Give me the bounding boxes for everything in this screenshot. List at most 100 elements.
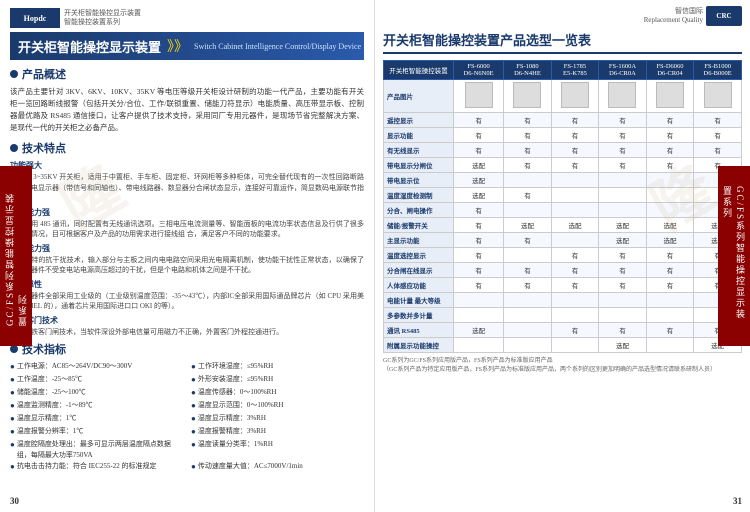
table-row-1: 遥控显示 有 有 有 有 有 有	[384, 113, 742, 128]
cell-1-4: 有	[599, 113, 647, 128]
th-model-2: FS-1080D6-N4HE	[504, 61, 552, 80]
section-dot-1	[10, 70, 18, 78]
th-model-5: FS-D6060D6-CR04	[646, 61, 694, 80]
table-row-6: 温度湿度检测制 选配 有	[384, 188, 742, 203]
right-page: 隆 智信国际 Replacement Quality CRC 开关柜智能操控装置…	[375, 0, 750, 512]
th-model-1: FS-6000D6-N6N0E	[454, 61, 504, 80]
product-table: 开关柜智能操控装置 FS-6000D6-N6N0E FS-1080D6-N4HE…	[383, 60, 742, 353]
left-page: 隆 Hopdc 开关柜智能操控显示装置 智能操控装置系列 开关柜智能操控显示装置…	[0, 0, 375, 512]
cell-1-1: 有	[454, 113, 504, 128]
table-row-4: 带电显示分闸位 选配 有 有 有 有 有	[384, 158, 742, 173]
row-label-14: 多参数并多计量	[384, 308, 454, 323]
section-dot-2	[10, 144, 18, 152]
product-overview-header: 产品概述	[10, 66, 364, 82]
tech-specs-header: 技术指标	[10, 341, 364, 357]
row-label-13: 电能计量 最大等级	[384, 293, 454, 308]
row-label-7: 分合、闸电操作	[384, 203, 454, 218]
cell-15-1: 选配	[454, 323, 504, 338]
feature-title-4: 高可靠性	[10, 279, 364, 290]
section-title-overview: 产品概述	[22, 66, 66, 82]
row-label-4: 带电显示分闸位	[384, 158, 454, 173]
cell-10-5: 有	[646, 248, 694, 263]
row-label-9: 主显示功能	[384, 233, 454, 248]
feature-item-2: 通信能力强 通讯采用 485 通讯，同时配置有无线通讯选项。三相电压电流测量等、…	[10, 207, 364, 240]
cell-1-6: 有	[694, 113, 742, 128]
cell-img-4	[599, 80, 647, 113]
cell-3-4: 有	[599, 143, 647, 158]
specs-grid: ●工作电源：AC85～264V/DC90～300V ●工作环境湿度：≤95%RH…	[10, 361, 364, 473]
footer-note-2: （GC系列产品为特定应用版产品，FS系列产品为标准版应用产品，两个系列的区别更加…	[383, 366, 742, 375]
cell-13-5	[646, 293, 694, 308]
cell-11-2: 有	[504, 263, 552, 278]
cell-14-1	[454, 308, 504, 323]
tech-features-header: 技术特点	[10, 140, 364, 156]
right-brand-text: 智信国际 Replacement Quality	[644, 7, 703, 25]
cell-7-3	[551, 203, 599, 218]
title-arrow: 》》	[167, 36, 188, 56]
spec-7: ●温度监测精度：-1～89℃	[10, 400, 183, 412]
cell-2-1: 有	[454, 128, 504, 143]
cell-16-1	[454, 338, 504, 353]
cell-7-2	[504, 203, 552, 218]
table-row-5: 带电显示位 选配	[384, 173, 742, 188]
feature-item-5: 便捷客门技术 采用磁铁客门闸技术，当软件深设外部电信量可用磁力不正确，外置客门外…	[10, 315, 364, 338]
side-label-left: GC/FS系列智能操控显示装置系列	[0, 166, 32, 346]
spec-11: ●温度报警分辨率：1℃	[10, 426, 183, 438]
cell-4-1: 选配	[454, 158, 504, 173]
cell-img-6	[694, 80, 742, 113]
cell-11-1: 有	[454, 263, 504, 278]
cell-10-3: 有	[551, 248, 599, 263]
th-model-6: FS-B1000D6-B000E	[694, 61, 742, 80]
table-row-12: 人体感应功能 有 有 有 有 有 有	[384, 278, 742, 293]
cell-6-4	[599, 188, 647, 203]
cell-3-6: 有	[694, 143, 742, 158]
cell-15-4: 有	[599, 323, 647, 338]
feature-text-1: 适用于 3~35KV 开关柜，适用于中置柜、手车柜、固定柜、环网柜等多种柜体，可…	[10, 172, 364, 204]
cell-13-4	[599, 293, 647, 308]
spec-6: ●温度传感器：0～100%RH	[191, 387, 364, 399]
cell-12-2: 有	[504, 278, 552, 293]
cell-14-3	[551, 308, 599, 323]
cell-9-4: 选配	[599, 233, 647, 248]
right-logo-area: 智信国际 Replacement Quality CRC	[644, 6, 742, 26]
feature-text-5: 采用磁铁客门闸技术，当软件深设外部电信量可用磁力不正确，外置客门外程控通进行。	[10, 327, 364, 338]
table-row-14: 多参数并多计量	[384, 308, 742, 323]
logo-box: Hopdc	[10, 8, 60, 28]
cell-2-5: 有	[646, 128, 694, 143]
cell-15-3: 有	[551, 323, 599, 338]
cell-5-1: 选配	[454, 173, 504, 188]
row-label-15: 通讯 RS485	[384, 323, 454, 338]
title-chinese: 开关柜智能操控显示装置	[18, 37, 161, 56]
cell-16-4: 选配	[599, 338, 647, 353]
brand-text: 开关柜智能操控显示装置 智能操控装置系列	[64, 9, 141, 27]
spec-2: ●工作环境湿度：≤95%RH	[191, 361, 364, 373]
cell-2-6: 有	[694, 128, 742, 143]
table-row-7: 分合、闸电操作 有	[384, 203, 742, 218]
spec-13: ●温度腔隔度处理出：最多可显示两层温度隔点数据组，每隔最大功率750VA	[10, 439, 183, 460]
page-number-left: 30	[10, 496, 19, 506]
row-label-12: 人体感应功能	[384, 278, 454, 293]
spec-16: ●传动速度量大值：AC≤7000V/1min	[191, 461, 364, 473]
th-model-4: FS-1600AD6-CR0A	[599, 61, 647, 80]
cell-14-5	[646, 308, 694, 323]
cell-3-5: 有	[646, 143, 694, 158]
table-row-3: 有无线显示 有 有 有 有 有 有	[384, 143, 742, 158]
table-row-8: 储能/报警开关 有 选配 选配 选配 选配 选配	[384, 218, 742, 233]
left-header: Hopdc 开关柜智能操控显示装置 智能操控装置系列	[10, 8, 364, 28]
feature-item-4: 高可靠性 内部元器件全部采用工业级的（工业级别温度范围：-35～43℃），内部I…	[10, 279, 364, 312]
row-label-3: 有无线显示	[384, 143, 454, 158]
feature-title-2: 通信能力强	[10, 207, 364, 218]
th-feature: 开关柜智能操控装置	[384, 61, 454, 80]
right-title: 开关柜智能操控装置产品选型一览表	[383, 30, 742, 54]
row-label-10: 温度选控显示	[384, 248, 454, 263]
title-section: 开关柜智能操控显示装置 》》 Switch Cabinet Intelligen…	[10, 32, 364, 60]
spec-4: ●外形安装湿度：≤95%RH	[191, 374, 364, 386]
cell-12-5: 有	[646, 278, 694, 293]
feature-text-4: 内部元器件全部采用工业级的（工业级别温度范围：-35～43℃），内部IC全部采用…	[10, 291, 364, 312]
cell-7-1: 有	[454, 203, 504, 218]
cell-1-3: 有	[551, 113, 599, 128]
th-model-3: FS-1785E5-K785	[551, 61, 599, 80]
logo-text: Hopdc	[24, 14, 47, 23]
page-number-right: 31	[733, 496, 742, 506]
cell-12-4: 有	[599, 278, 647, 293]
